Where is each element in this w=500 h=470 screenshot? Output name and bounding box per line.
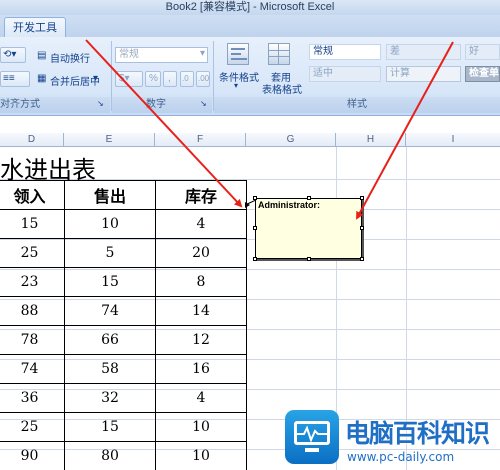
watermark: 电脑百科知识 www.pc-daily.com [285, 402, 500, 470]
watermark-text: 电脑百科知识 [345, 419, 490, 448]
watermark-url: www.pc-daily.com [347, 450, 455, 464]
red-arrow-to-comment [356, 41, 454, 220]
computer-monitor-icon [285, 410, 339, 464]
annotation-arrows [85, 39, 454, 220]
red-arrow-to-cell [85, 39, 243, 208]
